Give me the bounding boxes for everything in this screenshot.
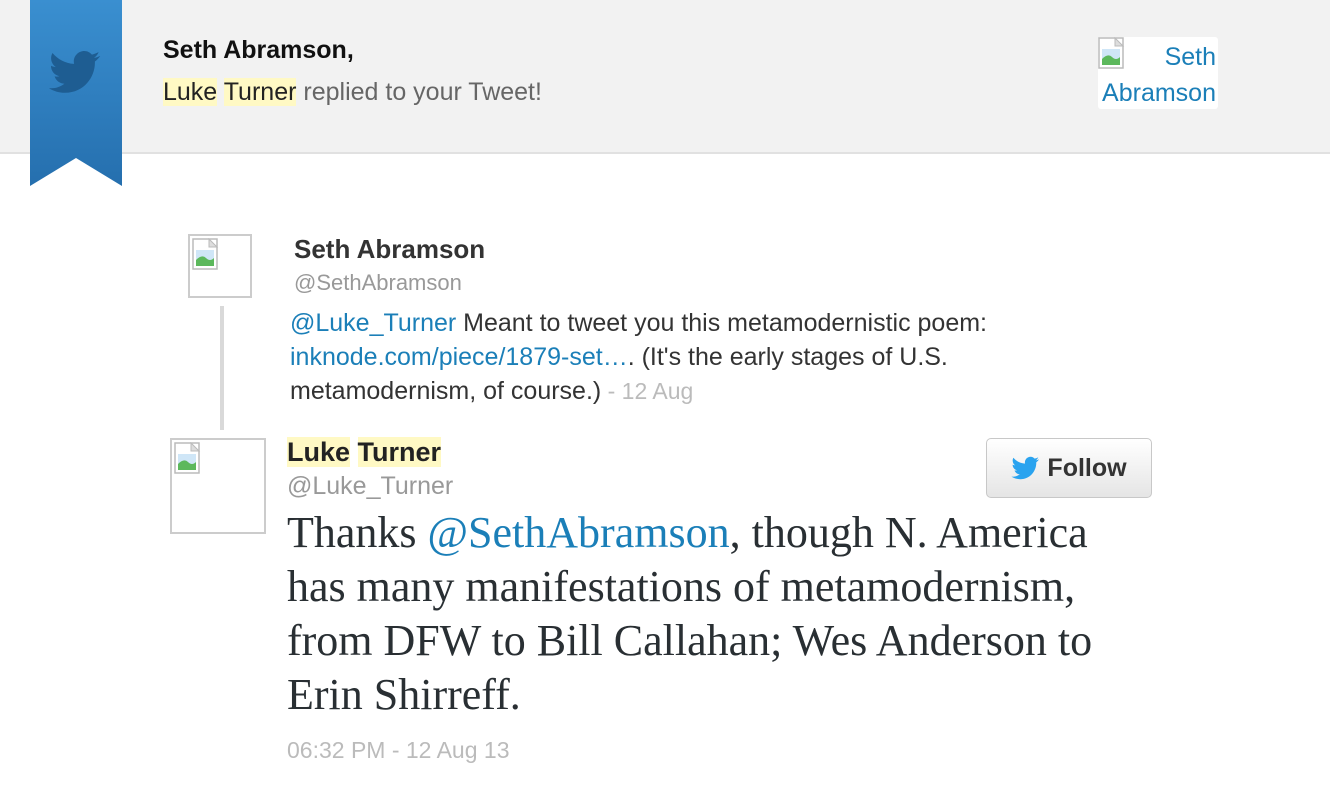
recipient-name-line2: Abramson <box>1102 79 1216 107</box>
reply-author-first-name: Luke <box>287 437 351 467</box>
broken-image-icon <box>1098 37 1125 69</box>
tweet-text-part: Meant to tweet you this metamodernistic … <box>456 309 988 337</box>
follow-button[interactable]: Follow <box>986 438 1152 498</box>
reply-author-handle[interactable]: @Luke_Turner <box>287 472 453 501</box>
notification-message: Luke Turner replied to your Tweet! <box>163 78 542 107</box>
thread-connector <box>220 306 224 430</box>
original-tweet-text: @Luke_Turner Meant to tweet you this met… <box>290 306 1110 408</box>
recipient-avatar[interactable]: Seth Abramson <box>1098 37 1218 109</box>
follow-button-label: Follow <box>1047 453 1127 482</box>
broken-image-icon <box>174 442 201 474</box>
twitter-ribbon <box>30 0 122 186</box>
reply-timestamp[interactable]: 06:32 PM - 12 Aug 13 <box>287 737 510 764</box>
original-author-handle[interactable]: @SethAbramson <box>294 270 462 296</box>
original-tweet-date[interactable]: - 12 Aug <box>601 378 694 404</box>
greeting: Seth Abramson, <box>163 36 354 64</box>
reply-tweet-text: Thanks @SethAbramson, though N. America … <box>287 506 1147 722</box>
actor-first-name[interactable]: Luke <box>163 78 218 106</box>
twitter-bird-icon <box>1011 456 1040 480</box>
recipient-name-line1: Seth <box>1164 43 1216 71</box>
actor-last-name[interactable]: Turner <box>223 78 297 106</box>
original-author-name[interactable]: Seth Abramson <box>294 234 485 265</box>
mention-link[interactable]: @SethAbramson <box>428 508 730 557</box>
reply-author-avatar[interactable] <box>170 438 266 534</box>
notification-action: replied to your Tweet! <box>303 78 542 106</box>
tweet-text-part: . (It's the early stages of U.S. <box>627 343 948 371</box>
notification-header: Seth Abramson, Luke Turner replied to yo… <box>0 0 1330 154</box>
reply-author-name[interactable]: Luke Turner <box>287 437 442 468</box>
broken-image-icon <box>192 238 219 270</box>
tweet-text-part: metamodernism, of course.) <box>290 377 602 405</box>
reply-author-last-name: Turner <box>357 437 442 467</box>
original-author-avatar[interactable] <box>188 234 252 298</box>
tweet-text-part: Thanks <box>287 508 428 557</box>
url-link[interactable]: inknode.com/piece/1879-set… <box>290 343 628 371</box>
mention-link[interactable]: @Luke_Turner <box>290 309 456 337</box>
